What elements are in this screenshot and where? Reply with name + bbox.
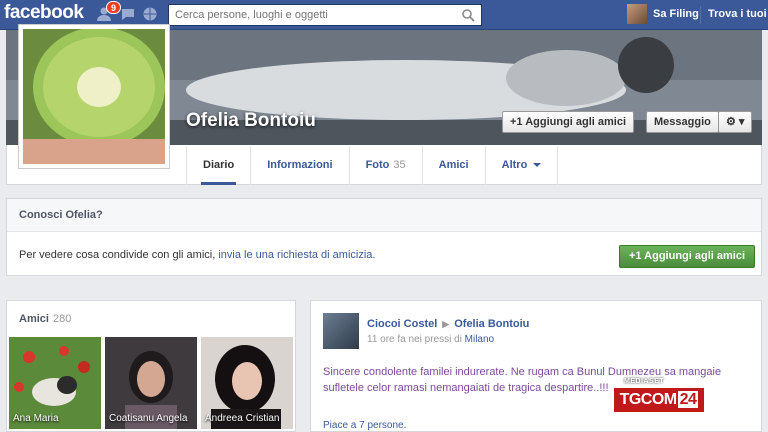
post-author-link[interactable]: Ciocoi Costel bbox=[367, 318, 437, 330]
tgcom-text: TGCOM bbox=[619, 391, 678, 408]
search-input[interactable] bbox=[169, 5, 449, 25]
friend-tile[interactable]: Andreea Cristian bbox=[201, 337, 293, 429]
tab-amici[interactable]: Amici bbox=[421, 146, 485, 185]
friends-label: Amici bbox=[19, 313, 49, 325]
post-meta: 11 ore fa nei pressi di Milano bbox=[367, 334, 494, 345]
tgcom24-logo: TGCOM 24 bbox=[614, 388, 704, 412]
tab-foto[interactable]: Foto 35 bbox=[348, 146, 422, 185]
gear-menu-button[interactable]: ⚙ ▾ bbox=[718, 111, 752, 133]
photo-count: 35 bbox=[393, 159, 406, 171]
profile-name: Ofelia Bontoiu bbox=[186, 110, 316, 131]
tab-label: Amici bbox=[438, 159, 469, 171]
tab-label: Altro bbox=[501, 159, 528, 171]
tab-label: Foto bbox=[365, 159, 390, 171]
search-icon[interactable] bbox=[461, 8, 475, 22]
profile-tabs: Diario Informazioni Foto 35 Amici Altro bbox=[186, 146, 559, 185]
post-place-link[interactable]: Milano bbox=[465, 334, 494, 345]
know-title: Conosci Ofelia? bbox=[7, 199, 761, 232]
friend-name: Andreea Cristian bbox=[205, 413, 280, 424]
post-target-link[interactable]: Ofelia Bontoiu bbox=[454, 318, 529, 330]
messages-icon[interactable] bbox=[120, 6, 136, 22]
know-card: Conosci Ofelia? Per vedere cosa condivid… bbox=[6, 198, 762, 276]
send-request-link[interactable]: invia le una richiesta di amicizia. bbox=[218, 249, 375, 261]
user-avatar[interactable] bbox=[627, 4, 647, 24]
notification-badge: 9 bbox=[106, 1, 122, 14]
timeline-post: Ciocoi Costel ▶ Ofelia Bontoiu 11 ore fa n… bbox=[310, 300, 762, 432]
top-separator bbox=[700, 6, 701, 24]
find-friends-link[interactable]: Trova i tuoi bbox=[708, 8, 767, 20]
mediaset-label: MEDIASET bbox=[624, 378, 665, 385]
friend-name: Coatisanu Angela bbox=[109, 413, 188, 424]
message-button[interactable]: Messaggio bbox=[646, 111, 719, 133]
friend-name: Ana Maria bbox=[13, 413, 59, 424]
post-time: 11 ore fa nei pressi di bbox=[367, 334, 465, 345]
profile-picture[interactable] bbox=[18, 24, 170, 169]
search-box bbox=[168, 4, 482, 26]
tab-label: Informazioni bbox=[267, 159, 333, 171]
add-friend-button[interactable]: +1 Aggiungi agli amici bbox=[502, 111, 635, 133]
know-text: Per vedere cosa condivide con gli amici,… bbox=[19, 249, 375, 261]
friend-tile[interactable]: Ana Maria bbox=[9, 337, 101, 429]
facebook-logo[interactable]: facebook bbox=[4, 2, 84, 24]
tab-altro[interactable]: Altro bbox=[484, 146, 559, 185]
friends-box: Amici 280 Ana Maria Coatisanu Angela Andr… bbox=[6, 300, 296, 432]
arrow-right-icon: ▶ bbox=[442, 319, 450, 329]
tab-diario[interactable]: Diario bbox=[186, 146, 250, 185]
profile-photo bbox=[23, 29, 165, 164]
tab-label: Diario bbox=[203, 159, 235, 171]
post-author-avatar[interactable] bbox=[323, 313, 359, 349]
chevron-down-icon bbox=[533, 163, 542, 168]
friends-count: 280 bbox=[52, 313, 72, 325]
post-header: Ciocoi Costel ▶ Ofelia Bontoiu bbox=[367, 318, 529, 330]
know-text-body: Per vedere cosa condivide con gli amici, bbox=[19, 249, 219, 261]
friend-tile[interactable]: Coatisanu Angela bbox=[105, 337, 197, 429]
user-name-link[interactable]: Sa Filing bbox=[653, 8, 699, 20]
friends-title[interactable]: Amici 280 bbox=[19, 313, 71, 325]
globe-icon[interactable] bbox=[142, 6, 158, 22]
add-friend-green-button[interactable]: +1 Aggiungi agli amici bbox=[619, 245, 755, 268]
tab-informazioni[interactable]: Informazioni bbox=[250, 146, 348, 185]
tgcom-number: 24 bbox=[677, 391, 699, 408]
post-likes[interactable]: Piace a 7 persone. bbox=[323, 420, 406, 431]
